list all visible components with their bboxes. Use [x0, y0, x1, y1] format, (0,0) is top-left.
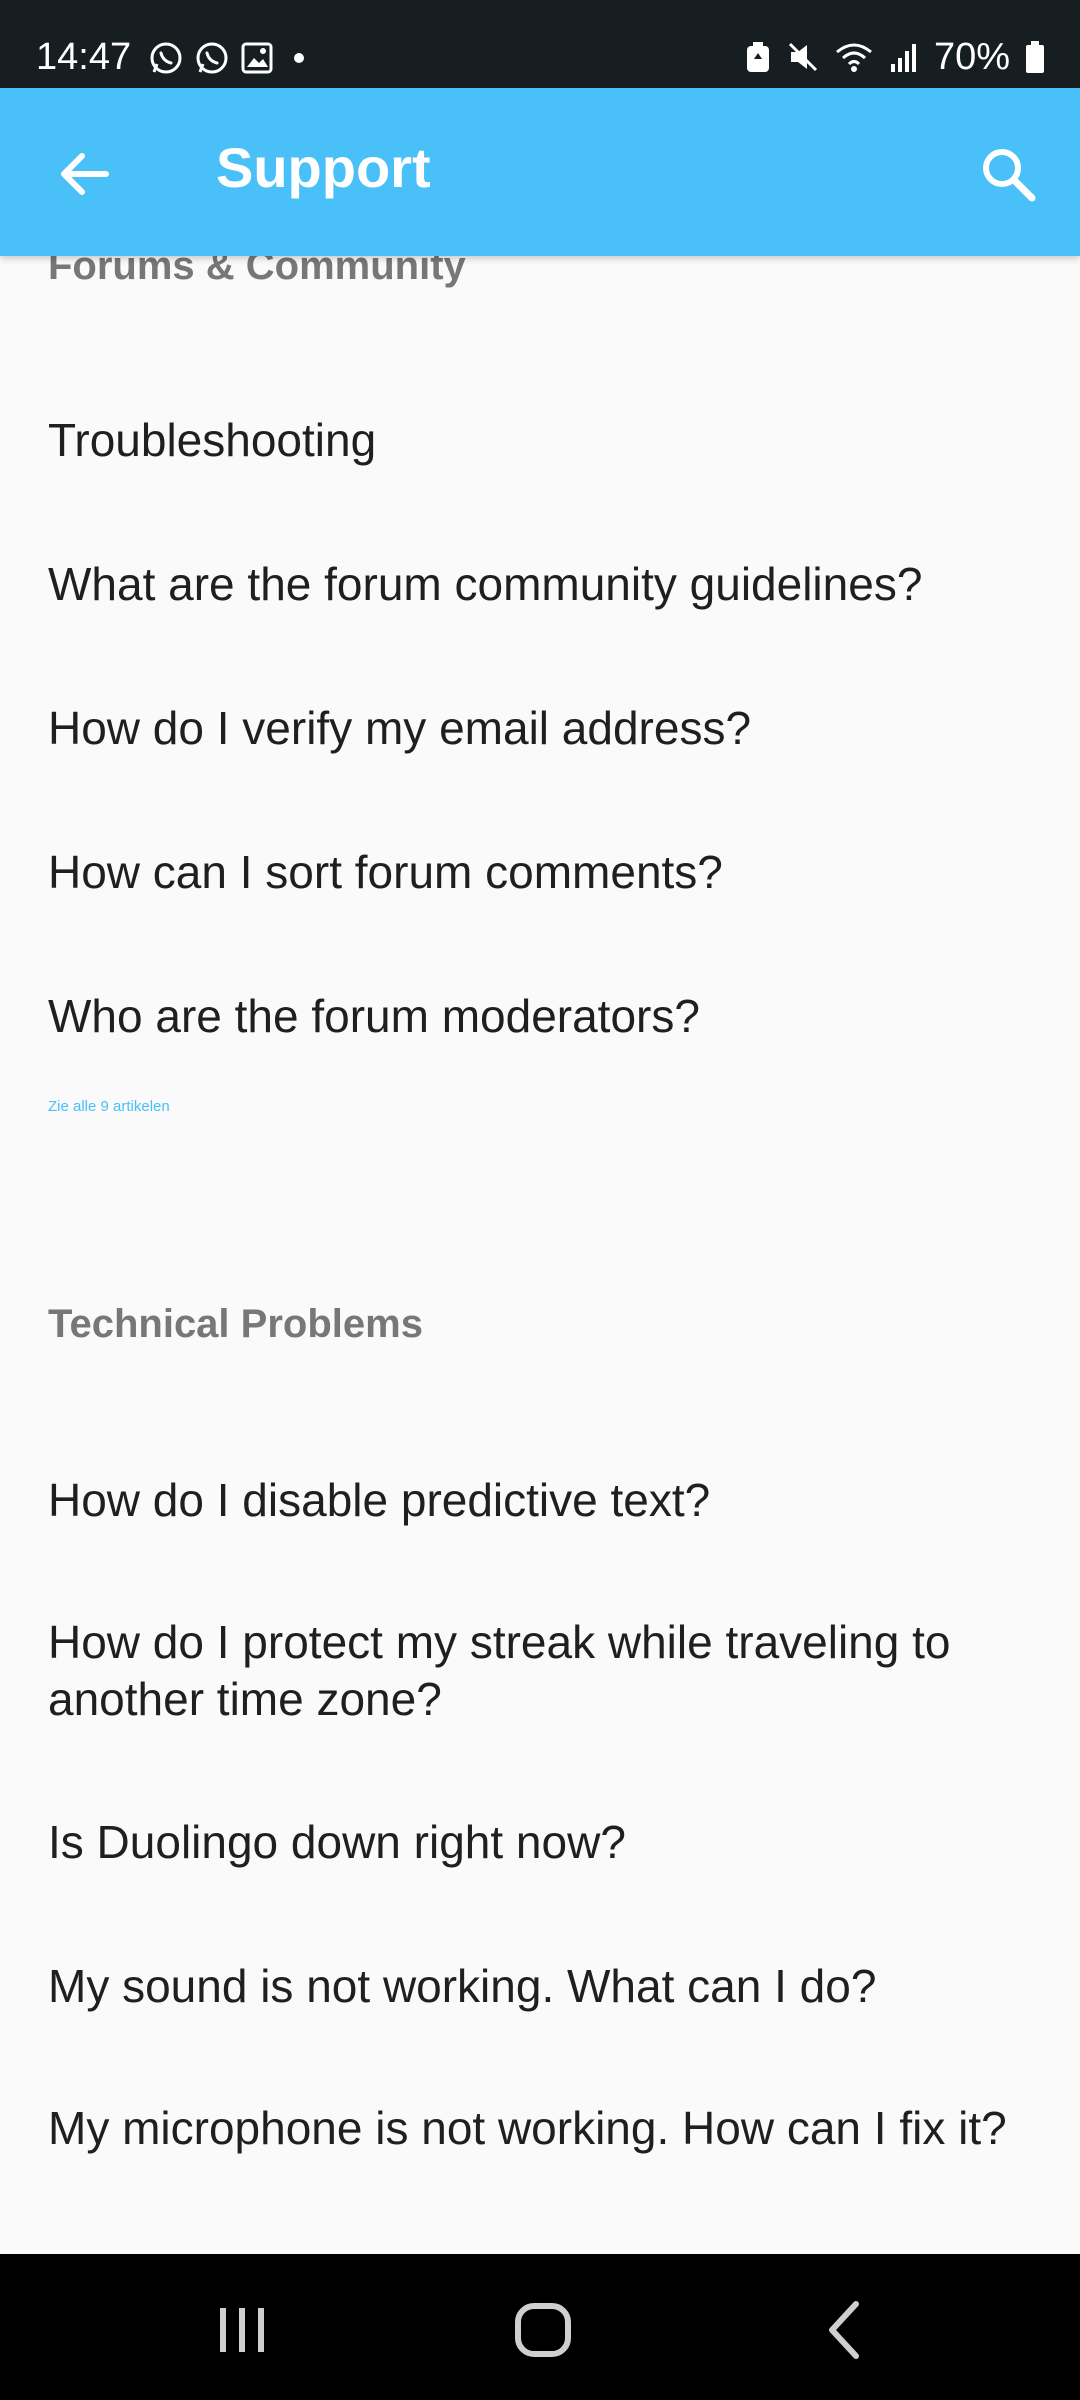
back-button[interactable]	[52, 142, 116, 206]
article-link[interactable]: My sound is not working. What can I do?	[48, 1958, 1038, 2015]
recent-apps-icon	[220, 2308, 264, 2352]
wifi-icon	[835, 43, 872, 72]
section-title: Forums & Community	[48, 256, 466, 288]
whatsapp-icon	[150, 42, 182, 74]
arrow-left-icon	[61, 153, 109, 195]
home-icon	[515, 2303, 571, 2357]
section-title: Technical Problems	[48, 1302, 423, 1346]
article-link[interactable]: My microphone is not working. How can I …	[48, 2100, 1038, 2157]
article-link[interactable]: How do I verify my email address?	[48, 700, 1038, 757]
gallery-icon	[241, 42, 273, 74]
back-nav-button[interactable]	[806, 2290, 886, 2370]
article-link[interactable]: How do I disable predictive text?	[48, 1472, 1038, 1529]
app-bar: Support	[0, 88, 1080, 256]
dot-icon	[294, 53, 304, 63]
battery-percent: 70%	[933, 36, 1010, 78]
see-all-articles-link[interactable]: Zie alle 9 artikelen	[48, 1098, 170, 1115]
recent-apps-button[interactable]	[202, 2290, 282, 2370]
battery-icon	[1026, 41, 1044, 73]
battery-saver-icon	[746, 42, 769, 72]
back-icon	[829, 2301, 859, 2359]
notification-icons	[148, 40, 314, 76]
article-link[interactable]: How can I sort forum comments?	[48, 844, 1038, 901]
whatsapp-icon	[196, 42, 228, 74]
article-link[interactable]: How do I protect my streak while traveli…	[48, 1614, 1038, 1728]
search-button[interactable]	[976, 142, 1040, 206]
signal-icon	[890, 44, 916, 72]
status-time: 14:47	[36, 36, 132, 78]
article-link[interactable]: Troubleshooting	[48, 412, 1038, 469]
system-icons: 70%	[744, 38, 1046, 76]
mute-icon	[788, 42, 817, 72]
navigation-bar	[0, 2254, 1080, 2400]
article-link[interactable]: Who are the forum moderators?	[48, 988, 1038, 1045]
search-icon	[983, 149, 1036, 202]
status-bar: 14:47 70%	[0, 0, 1080, 88]
article-link[interactable]: What are the forum community guidelines?	[48, 556, 1038, 613]
article-link[interactable]: Is Duolingo down right now?	[48, 1814, 1038, 1871]
home-button[interactable]	[504, 2290, 584, 2370]
support-content: Forums & Community Troubleshooting What …	[0, 256, 1080, 2254]
page-title: Support	[216, 136, 431, 199]
